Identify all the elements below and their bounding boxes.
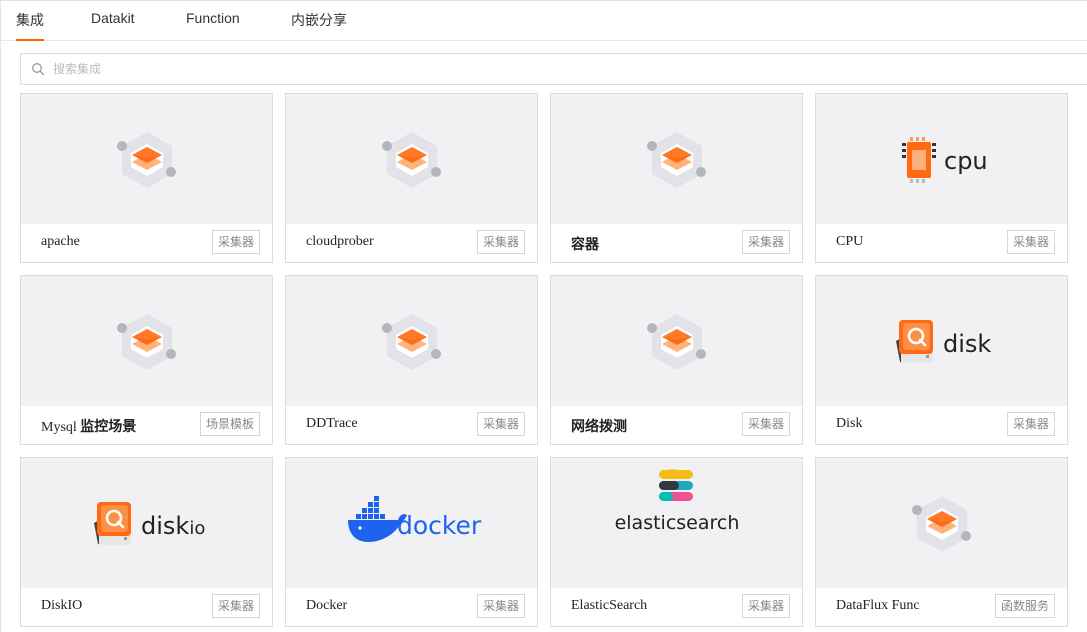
card-logo-area — [816, 458, 1067, 588]
default-integration-icon — [117, 132, 176, 188]
integration-card[interactable]: disk Disk 采集器 — [815, 275, 1068, 445]
search-box — [20, 53, 1087, 85]
card-title-prefix: Mysql — [41, 420, 81, 435]
tab-embedded-share[interactable]: 内嵌分享 — [291, 10, 347, 30]
default-integration-icon — [647, 132, 706, 188]
card-type-badge: 采集器 — [741, 230, 790, 254]
default-integration-icon — [912, 496, 971, 552]
cpu-logo-text: cpu — [944, 147, 988, 175]
integration-card[interactable]: 容器 采集器 — [550, 93, 803, 263]
card-type-badge: 采集器 — [1006, 412, 1055, 436]
card-title: apache — [41, 234, 80, 249]
card-type-badge: 函数服务 — [994, 594, 1055, 618]
elasticsearch-logo: elasticsearch — [615, 469, 740, 534]
integration-card[interactable]: diskio DiskIO 采集器 — [20, 457, 273, 627]
search-input[interactable] — [53, 54, 1053, 84]
card-logo-area: docker — [286, 458, 537, 588]
default-integration-icon — [382, 132, 441, 188]
tab-datakit[interactable]: Datakit — [91, 10, 135, 26]
cpu-logo: cpu — [902, 137, 988, 183]
integration-page: 集成 Datakit Function 内嵌分享 apache采集器cloudp… — [0, 0, 1087, 632]
card-title: CPU — [836, 234, 864, 249]
integration-card[interactable]: DataFlux Func 函数服务 — [815, 457, 1068, 627]
active-tab-indicator — [16, 39, 44, 41]
card-type-badge: 采集器 — [211, 594, 260, 618]
card-type-badge: 采集器 — [476, 594, 525, 618]
card-type-badge: 采集器 — [741, 594, 790, 618]
integration-card[interactable]: 网络拨测 采集器 — [550, 275, 803, 445]
disk-logo: disk — [896, 320, 991, 363]
tab-function[interactable]: Function — [186, 10, 240, 26]
card-type-badge: 采集器 — [211, 230, 260, 254]
default-integration-icon — [647, 314, 706, 370]
card-title: 网络拨测 — [571, 419, 627, 435]
card-logo-area: elasticsearch — [551, 458, 802, 588]
card-title: Mysql 监控场景 — [41, 416, 136, 436]
card-title: 容器 — [571, 237, 599, 253]
integration-card[interactable]: cpu CPU 采集器 — [815, 93, 1068, 263]
card-type-badge: 采集器 — [476, 230, 525, 254]
integration-card[interactable]: DDTrace 采集器 — [285, 275, 538, 445]
integration-card[interactable]: docker Docker 采集器 — [285, 457, 538, 627]
integration-card[interactable]: Mysql 监控场景 场景模板 — [20, 275, 273, 445]
tab-bar: 集成 Datakit Function 内嵌分享 — [1, 1, 1087, 41]
disk-logo: diskio — [94, 502, 205, 545]
card-title: DDTrace — [306, 416, 358, 431]
card-title: DiskIO — [41, 598, 83, 613]
card-title: DataFlux Func — [836, 598, 920, 613]
card-title: cloudprober — [306, 234, 374, 249]
card-type-badge: 采集器 — [476, 412, 525, 436]
card-logo-area: disk — [816, 276, 1067, 406]
card-logo-area: cpu — [816, 94, 1067, 224]
card-title-suffix: 监控场景 — [80, 419, 137, 435]
card-type-badge: 采集器 — [1006, 230, 1055, 254]
card-title: Disk — [836, 416, 863, 431]
card-logo-area — [286, 94, 537, 224]
integration-card[interactable]: apache 采集器 — [20, 93, 273, 263]
card-title: Docker — [306, 598, 348, 613]
card-logo-area: diskio — [21, 458, 272, 588]
default-integration-icon — [117, 314, 176, 370]
card-logo-area — [286, 276, 537, 406]
disk-logo-text: disk — [943, 330, 991, 358]
card-title: ElasticSearch — [571, 598, 648, 613]
card-logo-area — [21, 276, 272, 406]
integration-card[interactable]: elasticsearch ElasticSearch 采集器 — [550, 457, 803, 627]
docker-logo-text: docker — [397, 511, 482, 540]
docker-logo: docker — [348, 496, 482, 542]
card-type-badge: 采集器 — [741, 412, 790, 436]
integration-card[interactable]: cloudprober 采集器 — [285, 93, 538, 263]
search-icon — [32, 63, 45, 76]
elasticsearch-logo-text: elasticsearch — [615, 512, 740, 534]
card-type-badge: 场景模板 — [199, 412, 260, 436]
default-integration-icon — [382, 314, 441, 370]
card-logo-area — [551, 276, 802, 406]
tab-integration[interactable]: 集成 — [16, 10, 44, 30]
card-logo-area — [21, 94, 272, 224]
card-logo-area — [551, 94, 802, 224]
disk-logo-text: diskio — [141, 512, 205, 540]
